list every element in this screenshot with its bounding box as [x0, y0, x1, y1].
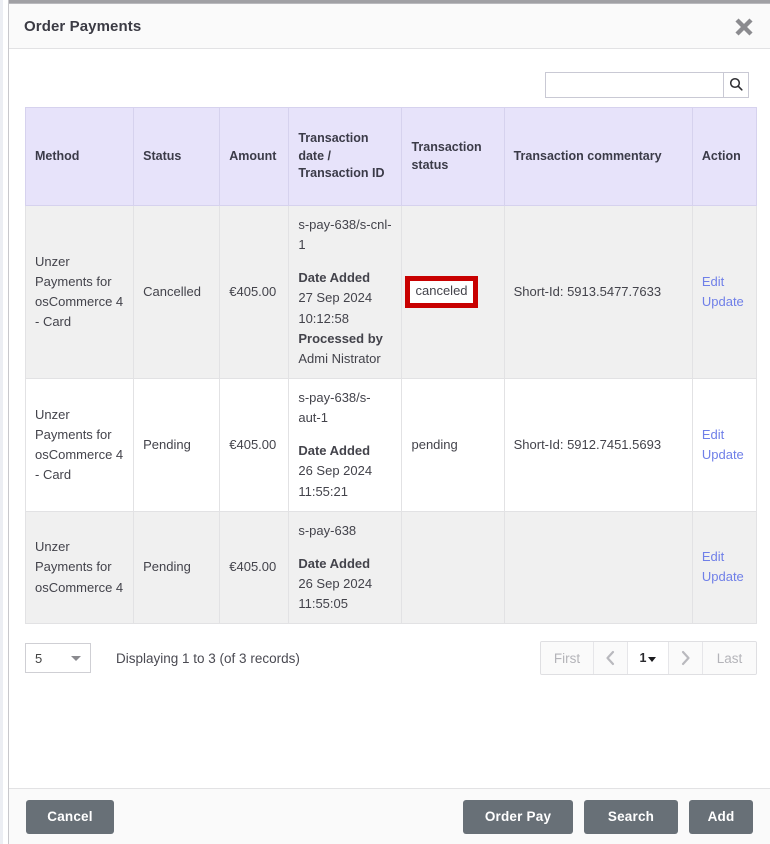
modal-header: Order Payments	[9, 4, 770, 49]
cell-status: Cancelled	[133, 205, 221, 379]
pagination-last-button[interactable]: Last	[703, 642, 756, 675]
chevron-down-icon	[71, 656, 81, 662]
transaction-id: s-pay-638/s-aut-1	[298, 389, 371, 426]
search-input[interactable]	[545, 72, 723, 98]
pagination-page-select[interactable]: 1	[628, 642, 669, 675]
cell-gap	[298, 255, 392, 268]
search-group	[545, 72, 749, 98]
cell-action: Edit Update	[691, 377, 758, 512]
search-submit-button[interactable]	[723, 72, 749, 98]
table-row: Unzer Payments for osCommerce 4 - Card P…	[24, 377, 758, 512]
search-row	[25, 49, 754, 107]
transaction-id: s-pay-638/s-cnl-1	[298, 217, 392, 253]
search-icon	[729, 77, 743, 94]
cell-gap	[298, 541, 392, 554]
column-header-status[interactable]: Status	[133, 107, 221, 206]
date-added-value: 26 Sep 2024 11:55:21	[298, 463, 373, 499]
pagination-next-button[interactable]	[669, 642, 703, 675]
table-row: Unzer Payments for osCommerce 4 - Card C…	[24, 205, 758, 379]
date-added-label: Date Added	[298, 443, 371, 459]
modal-footer: Cancel Order Pay Search Add	[9, 788, 770, 844]
pagination-first-button[interactable]: First	[541, 642, 594, 675]
cell-transaction-status: canceled	[401, 205, 505, 379]
page-background-strip	[0, 0, 9, 844]
order-pay-button[interactable]: Order Pay	[463, 799, 573, 834]
table-footer: 5 Displaying 1 to 3 (of 3 records) First	[25, 641, 757, 676]
update-link[interactable]: Update	[702, 567, 747, 587]
update-link[interactable]: Update	[702, 445, 747, 465]
close-icon[interactable]	[730, 13, 758, 41]
cell-amount: €405.00	[219, 510, 290, 625]
processed-by-label: Processed by	[298, 330, 383, 346]
order-payments-table: Method Status Amount Transaction date / …	[24, 107, 758, 625]
cell-transaction-commentary: Short-Id: 5913.5477.7633	[503, 205, 693, 379]
cell-status: Pending	[133, 510, 221, 625]
cell-transaction-commentary	[503, 510, 693, 625]
search-button[interactable]: Search	[584, 799, 678, 834]
pagination-current-page: 1	[639, 651, 647, 666]
cell-transaction-status: pending	[401, 377, 505, 512]
pagination-previous-button[interactable]	[594, 642, 628, 675]
records-count-text: Displaying 1 to 3 (of 3 records)	[116, 650, 300, 666]
page-background-accent	[0, 0, 3, 844]
column-header-transaction-date[interactable]: Transaction date / Transaction ID	[288, 107, 403, 206]
date-added-value: 27 Sep 2024 10:12:58	[298, 290, 373, 326]
add-button[interactable]: Add	[689, 799, 753, 834]
chevron-left-icon	[605, 650, 616, 666]
cell-method: Unzer Payments for osCommerce 4 - Card	[24, 377, 135, 512]
table-header-row: Method Status Amount Transaction date / …	[24, 107, 758, 206]
pagination: First 1 Last	[540, 641, 757, 676]
cell-status: Pending	[133, 377, 221, 512]
cell-transaction-date: s-pay-638/s-aut-1 Date Added 26 Sep 2024…	[288, 377, 403, 512]
cell-transaction-status	[401, 510, 505, 625]
order-payments-modal: Order Payments Method Status Amount Tran…	[9, 3, 770, 844]
cell-method: Unzer Payments for osCommerce 4 - Card	[24, 205, 135, 379]
cell-action: Edit Update	[691, 205, 758, 379]
cell-transaction-date: s-pay-638/s-cnl-1 Date Added 27 Sep 2024…	[288, 205, 403, 379]
cell-transaction-date: s-pay-638 Date Added 26 Sep 2024 11:55:0…	[288, 510, 403, 625]
processed-by-value: Admi Nistrator	[298, 350, 381, 366]
column-header-transaction-commentary[interactable]: Transaction commentary	[503, 107, 693, 206]
screen-root: Order Payments Method Status Amount Tran…	[0, 0, 770, 844]
status-badge: canceled	[405, 276, 478, 308]
chevron-right-icon	[680, 650, 691, 666]
cancel-button[interactable]: Cancel	[26, 799, 114, 834]
edit-link[interactable]: Edit	[702, 425, 747, 445]
date-added-label: Date Added	[298, 270, 371, 286]
cell-amount: €405.00	[219, 377, 290, 512]
date-added-value: 26 Sep 2024 11:55:05	[298, 575, 373, 612]
modal-body: Method Status Amount Transaction date / …	[9, 49, 770, 788]
transaction-id: s-pay-638	[298, 522, 357, 538]
page-size-select[interactable]: 5	[25, 643, 91, 674]
column-header-amount[interactable]: Amount	[219, 107, 290, 206]
column-header-action[interactable]: Action	[691, 107, 758, 206]
page-title: Order Payments	[24, 17, 142, 35]
update-link[interactable]: Update	[702, 292, 747, 312]
cell-action: Edit Update	[691, 510, 758, 625]
chevron-down-icon	[648, 656, 657, 662]
cell-transaction-commentary: Short-Id: 5912.7451.5693	[503, 377, 693, 512]
column-header-transaction-status[interactable]: Transaction status	[401, 107, 505, 206]
cell-method: Unzer Payments for osCommerce 4	[24, 510, 135, 625]
cell-amount: €405.00	[219, 205, 290, 379]
table-row: Unzer Payments for osCommerce 4 Pending …	[24, 510, 758, 625]
date-added-label: Date Added	[298, 555, 371, 571]
edit-link[interactable]: Edit	[702, 547, 747, 567]
page-size-value: 5	[35, 650, 43, 666]
column-header-method[interactable]: Method	[24, 107, 135, 206]
cell-gap	[298, 428, 392, 441]
edit-link[interactable]: Edit	[702, 272, 747, 292]
